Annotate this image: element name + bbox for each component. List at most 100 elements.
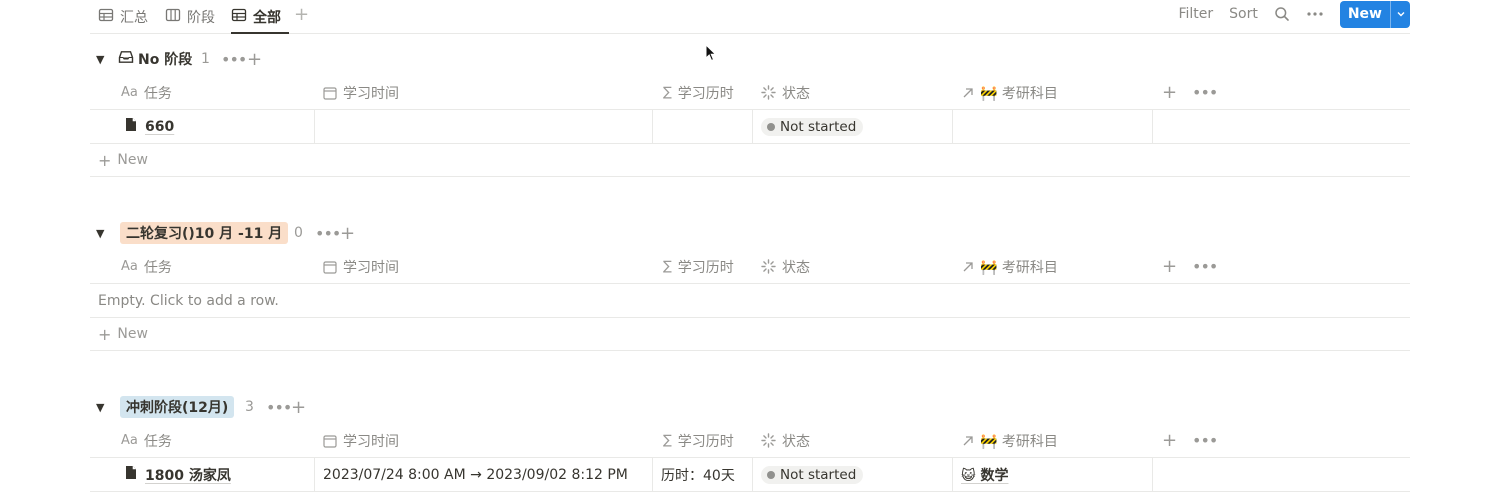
add-view-button[interactable]: + (294, 4, 309, 25)
subject-link[interactable]: 😺 数学 (961, 465, 1008, 485)
column-duration[interactable]: ∑ 学习历时 (663, 250, 734, 283)
column-label: 学习时间 (343, 433, 399, 450)
group-header: ▼ 二轮复习()10 月 -11 月 0 ••• + (90, 216, 1410, 250)
add-icon[interactable]: + (291, 397, 306, 418)
task-cell[interactable]: 1800 汤家凤 (115, 458, 315, 491)
group-title: No 阶段 (118, 49, 192, 69)
add-icon[interactable]: + (247, 49, 262, 70)
search-icon[interactable] (1274, 6, 1290, 22)
add-icon[interactable]: + (340, 223, 355, 244)
toggle-triangle-icon[interactable]: ▼ (96, 401, 104, 414)
more-icon[interactable]: ••• (266, 398, 292, 417)
add-column-button[interactable]: + (1162, 424, 1177, 457)
toggle-triangle-icon[interactable]: ▼ (96, 53, 104, 66)
group-count: 3 (245, 399, 254, 415)
sort-button[interactable]: Sort (1229, 6, 1258, 22)
tab-all[interactable]: 全部 (231, 0, 289, 34)
more-icon[interactable] (1306, 6, 1324, 22)
tab-label: 全部 (253, 9, 281, 26)
column-label: 状态 (782, 259, 810, 276)
table-icon (231, 7, 247, 27)
column-status[interactable]: 状态 (761, 76, 810, 109)
relation-arrow-icon (962, 435, 974, 447)
tab-stage[interactable]: 阶段 (165, 0, 215, 33)
sum-icon: ∑ (663, 433, 672, 448)
tab-label: 阶段 (187, 9, 215, 26)
calendar-icon (323, 434, 337, 448)
table-row[interactable]: 1800 汤家凤 2023/07/24 8:00 AM → 2023/09/02… (90, 458, 1410, 492)
column-subject[interactable]: 🚧 考研科目 (962, 76, 1058, 109)
add-row-button[interactable]: + New (90, 318, 1410, 351)
column-status[interactable]: 状态 (761, 424, 810, 457)
group-header: ▼ No 阶段 1 ••• + (90, 42, 1410, 76)
column-study-time[interactable]: 学习时间 (323, 424, 399, 457)
column-label: 状态 (782, 85, 810, 102)
toggle-triangle-icon[interactable]: ▼ (96, 227, 104, 240)
text-property-icon: Aa (121, 433, 138, 448)
column-label: 🚧 考研科目 (980, 85, 1058, 102)
page-icon (125, 117, 137, 136)
study-time-cell[interactable] (315, 110, 653, 143)
more-icon[interactable]: ••• (221, 50, 247, 69)
column-duration[interactable]: ∑ 学习历时 (663, 424, 734, 457)
column-status[interactable]: 状态 (761, 250, 810, 283)
tab-summary[interactable]: 汇总 (98, 0, 148, 33)
empty-row[interactable]: Empty. Click to add a row. (90, 284, 1410, 318)
column-task[interactable]: Aa 任务 (121, 250, 172, 283)
column-label: 学习历时 (677, 85, 734, 102)
add-row-label: New (117, 326, 148, 342)
add-column-button[interactable]: + (1162, 76, 1177, 109)
task-name: 660 (125, 117, 174, 136)
duration-cell[interactable] (653, 110, 753, 143)
add-row-button[interactable]: + New (90, 144, 1410, 177)
more-icon[interactable]: ••• (1192, 76, 1218, 109)
more-icon[interactable]: ••• (1192, 250, 1218, 283)
column-study-time[interactable]: 学习时间 (323, 250, 399, 283)
table-row[interactable]: 660 Not started (90, 110, 1410, 144)
task-name: 1800 汤家凤 (125, 465, 231, 485)
status-cell[interactable]: Not started (753, 110, 953, 143)
table-header: Aa 任务 学习时间 ∑ 学习历时 状态 🚧 考研科目 + ••• (90, 424, 1410, 458)
plus-icon: + (98, 150, 112, 170)
mouse-cursor-icon (705, 43, 717, 66)
column-subject[interactable]: 🚧 考研科目 (962, 424, 1058, 457)
group-count: 0 (294, 225, 303, 241)
add-column-button[interactable]: + (1162, 250, 1177, 283)
more-icon[interactable]: ••• (315, 224, 341, 243)
task-cell[interactable]: 660 (115, 110, 315, 143)
subject-cell[interactable]: 😺 数学 (953, 458, 1153, 491)
chevron-down-icon[interactable] (1390, 0, 1410, 28)
study-time-cell[interactable]: 2023/07/24 8:00 AM → 2023/09/02 8:12 PM (315, 458, 653, 491)
column-label: 任务 (143, 433, 172, 450)
column-duration[interactable]: ∑ 学习历时 (663, 76, 734, 109)
column-task[interactable]: Aa 任务 (121, 76, 172, 109)
subject-cell[interactable] (953, 110, 1153, 143)
status-text: Not started (780, 118, 857, 135)
status-dot (767, 122, 775, 131)
column-label: 状态 (782, 433, 810, 450)
status-icon (761, 433, 776, 448)
sum-icon: ∑ (663, 259, 672, 274)
status-text: Not started (780, 466, 857, 483)
column-label: 🚧 考研科目 (980, 433, 1058, 450)
duration-cell[interactable]: 历时：40天 (653, 458, 753, 491)
column-study-time[interactable]: 学习时间 (323, 76, 399, 109)
column-task[interactable]: Aa 任务 (121, 424, 172, 457)
calendar-icon (323, 260, 337, 274)
filter-button[interactable]: Filter (1178, 6, 1213, 22)
group-no-stage: ▼ No 阶段 1 ••• + Aa 任务 学习时间 ∑ 学习历时 状态 🚧 考研科… (90, 42, 1410, 177)
new-button-label: New (1347, 6, 1382, 22)
task-name-text: 1800 汤家凤 (145, 467, 231, 484)
group-title: 二轮复习()10 月 -11 月 (120, 222, 289, 244)
new-button[interactable]: New (1339, 0, 1410, 28)
status-cell[interactable]: Not started (753, 458, 953, 491)
column-label: 学习历时 (677, 259, 734, 276)
more-icon[interactable]: ••• (1192, 424, 1218, 457)
table-header: Aa 任务 学习时间 ∑ 学习历时 状态 🚧 考研科目 + ••• (90, 250, 1410, 284)
status-icon (761, 259, 776, 274)
add-row-label: New (117, 152, 148, 168)
status-icon (761, 85, 776, 100)
column-subject[interactable]: 🚧 考研科目 (962, 250, 1058, 283)
group-second-review: ▼ 二轮复习()10 月 -11 月 0 ••• + Aa 任务 学习时间 ∑ 学习… (90, 216, 1410, 351)
column-label: 🚧 考研科目 (980, 259, 1058, 276)
